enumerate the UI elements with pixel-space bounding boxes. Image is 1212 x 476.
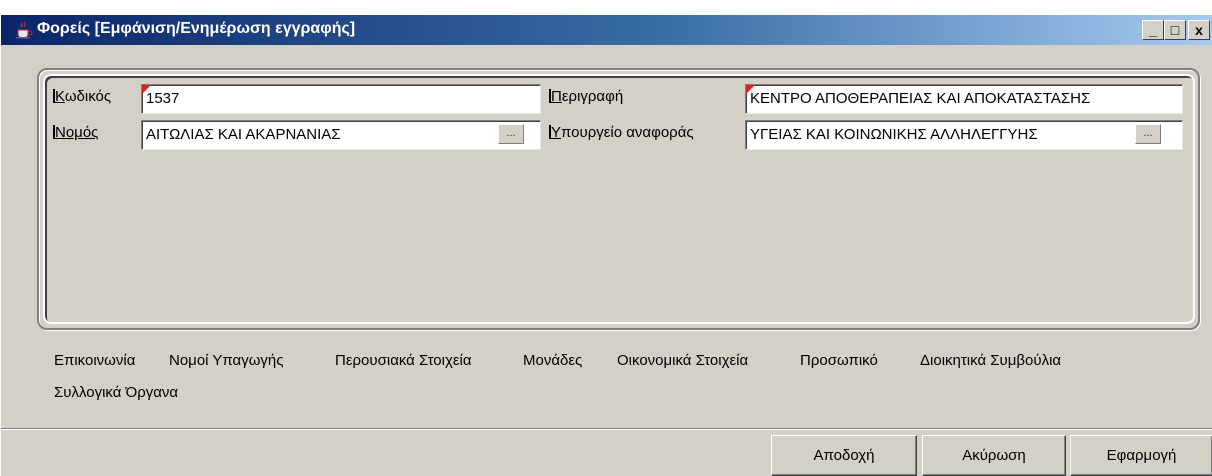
accept-button[interactable]: Αποδοχή	[771, 435, 917, 476]
java-coffee-cup-icon	[15, 21, 33, 39]
description-value: ΚΕΝΤΡΟ ΑΠΟΘΕΡΑΠΕΙΑΣ ΚΑΙ ΑΠΟΚΑΤΑΣΤΑΣΗΣ	[750, 90, 1091, 107]
prefecture-label-text: ομός	[65, 124, 99, 141]
maximize-button[interactable]: □	[1164, 20, 1186, 40]
tab-units[interactable]: Μονάδες	[523, 352, 582, 369]
dialog-window: Φορείς [Εμφάνιση/Ενημέρωση εγγραφής] _ □…	[0, 0, 1212, 476]
cancel-button[interactable]: Ακύρωση	[922, 435, 1066, 476]
ministry-label-mnemonic: Υ	[551, 124, 562, 141]
apply-button[interactable]: Εφαρμογή	[1070, 435, 1212, 476]
tab-personnel[interactable]: Προσωπικό	[800, 352, 878, 369]
prefecture-label-mnemonic: Ν	[55, 124, 66, 141]
tab-financials[interactable]: Οικονομικά Στοιχεία	[617, 352, 748, 369]
code-input[interactable]: 1537	[141, 84, 541, 114]
description-label: Περιγραφή	[549, 88, 623, 105]
title-bar[interactable]: Φορείς [Εμφάνιση/Ενημέρωση εγγραφής] _ □…	[1, 15, 1212, 45]
description-input[interactable]: ΚΕΝΤΡΟ ΑΠΟΘΕΡΑΠΕΙΑΣ ΚΑΙ ΑΠΟΚΑΤΑΣΤΑΣΗΣ	[745, 84, 1183, 114]
prefecture-label: Νομός	[53, 124, 98, 141]
code-value: 1537	[146, 90, 180, 107]
required-field-marker	[142, 85, 151, 94]
tab-contact[interactable]: Επικοινωνία	[54, 352, 135, 369]
prefecture-lookup-button[interactable]: ...	[498, 124, 524, 144]
minimize-button[interactable]: _	[1142, 20, 1164, 40]
ministry-field[interactable]: ΥΓΕΙΑΣ ΚΑΙ ΚΟΙΝΩΝΙΚΗΣ ΑΛΛΗΛΕΓΓΥΗΣ	[745, 120, 1183, 150]
top-strip	[1, 0, 1212, 15]
window-title: Φορείς [Εμφάνιση/Ενημέρωση εγγραφής]	[37, 20, 356, 37]
description-label-text: εριγραφή	[561, 88, 624, 105]
ministry-value: ΥΓΕΙΑΣ ΚΑΙ ΚΟΙΝΩΝΙΚΗΣ ΑΛΛΗΛΕΓΓΥΗΣ	[750, 126, 1038, 143]
tab-collective-bodies[interactable]: Συλλογικά Όργανα	[54, 384, 178, 401]
ministry-label: Υπουργείο αναφοράς	[549, 124, 694, 141]
description-label-mnemonic: Π	[551, 88, 562, 105]
code-label-mnemonic: Κ	[55, 88, 65, 105]
prefecture-field[interactable]: ΑΙΤΩΛΙΑΣ ΚΑΙ ΑΚΑΡΝΑΝΙΑΣ	[141, 120, 541, 150]
tab-boards[interactable]: Διοικητικά Συμβούλια	[920, 352, 1061, 369]
code-label: Κωδικός	[53, 88, 111, 105]
tab-prefectures[interactable]: Νομοί Υπαγωγής	[169, 352, 284, 369]
ministry-label-text: πουργείο αναφοράς	[561, 124, 694, 141]
close-button[interactable]: x	[1188, 20, 1210, 40]
code-label-text: ωδικός	[64, 88, 112, 105]
tab-assets[interactable]: Περουσιακά Στοιχεία	[335, 352, 472, 369]
prefecture-value: ΑΙΤΩΛΙΑΣ ΚΑΙ ΑΚΑΡΝΑΝΙΑΣ	[146, 126, 341, 143]
ministry-lookup-button[interactable]: ...	[1135, 124, 1161, 144]
button-separator	[1, 428, 1212, 430]
required-field-marker	[746, 85, 755, 94]
